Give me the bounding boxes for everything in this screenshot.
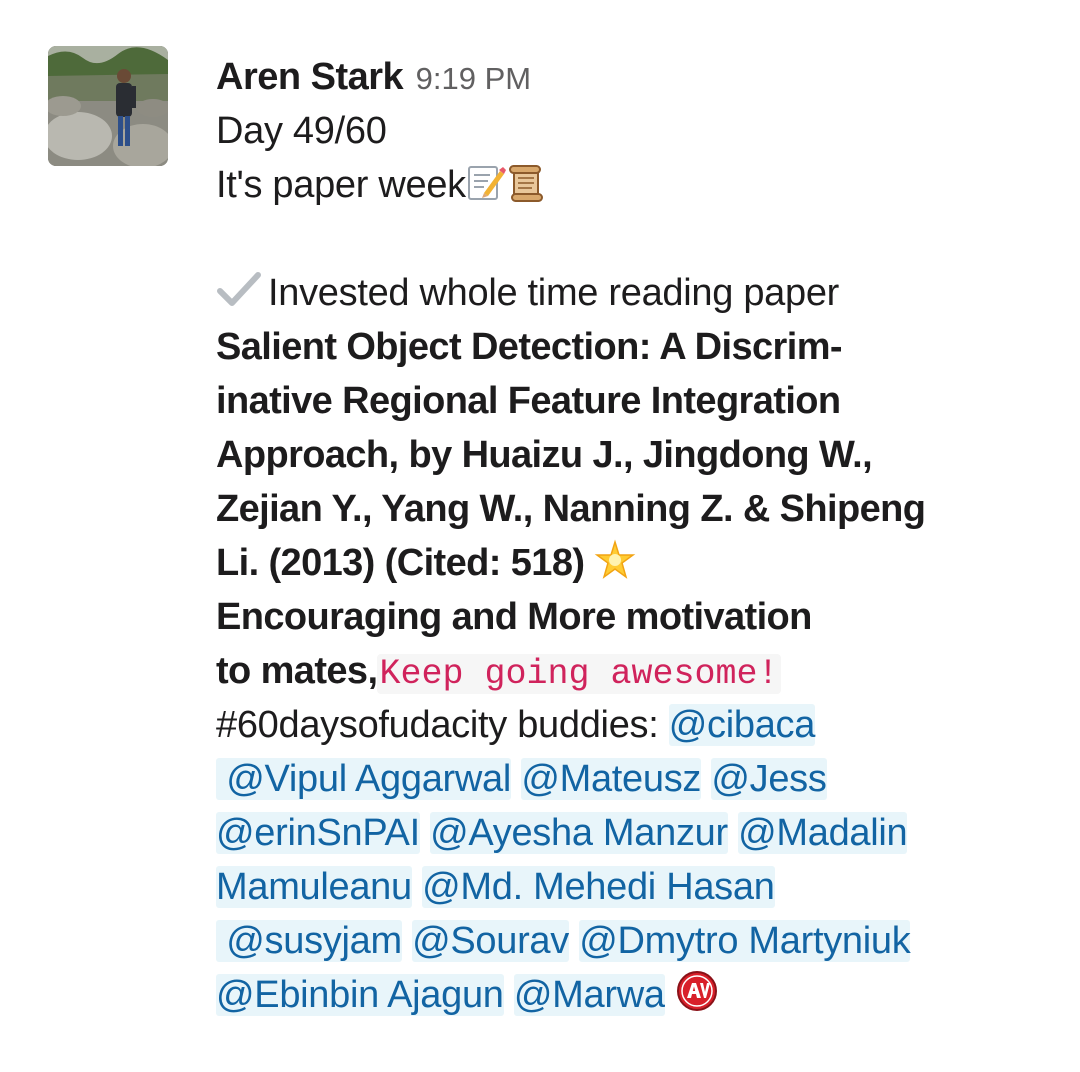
message-header: Aren Stark 9:19 PM bbox=[216, 50, 1036, 104]
hashtag-text: #60daysofudacity buddies: bbox=[216, 704, 669, 746]
paper-title-line-2: inative Regional Feature Integration bbox=[216, 380, 841, 422]
mentions-line-4: @susyjam @Sourav @Dmytro Martyniuk bbox=[216, 914, 1036, 968]
mention-ayesha-manzur[interactable]: @Ayesha Manzur bbox=[430, 812, 728, 854]
memo-icon bbox=[466, 163, 506, 218]
mention-susyjam[interactable]: @susyjam bbox=[216, 920, 402, 962]
paper-title-line-5: Li. (2013) (Cited: 518) bbox=[216, 536, 1036, 590]
inline-code: Keep going awesome! bbox=[377, 654, 781, 694]
message-content: Aren Stark 9:19 PM Day 49/60 It's paper … bbox=[216, 50, 1036, 1022]
chat-message: Aren Stark 9:19 PM Day 49/60 It's paper … bbox=[0, 0, 1080, 1072]
mention-label: @susyjam bbox=[226, 920, 402, 962]
day-line: Day 49/60 bbox=[216, 110, 387, 152]
invested-text: Invested whole time reading paper bbox=[268, 272, 840, 314]
mention-sourav[interactable]: @Sourav bbox=[412, 920, 569, 962]
mention-erinsnpai[interactable]: @erinSnPAI bbox=[216, 812, 420, 854]
author-name[interactable]: Aren Stark bbox=[216, 56, 404, 98]
mention-cibaca[interactable]: @cibaca bbox=[668, 704, 815, 746]
paper-title-line-3: Approach, by Huaizu J., Jingdong W., bbox=[216, 434, 873, 476]
paper-citation-text: Li. (2013) (Cited: 518) bbox=[216, 542, 585, 584]
mentions-line-1: @Vipul Aggarwal @Mateusz @Jess bbox=[216, 752, 1036, 806]
paper-week-text: It's paper week bbox=[216, 164, 466, 206]
scroll-icon bbox=[506, 163, 546, 218]
mention-vipul-aggarwal[interactable]: @Vipul Aggarwal bbox=[216, 758, 511, 800]
to-mates-text: to mates, bbox=[216, 650, 378, 692]
to-mates-line: to mates,Keep going awesome! bbox=[216, 644, 1036, 698]
message-timestamp[interactable]: 9:19 PM bbox=[416, 61, 531, 96]
mention-md-mehedi-hasan[interactable]: @Md. Mehedi Hasan bbox=[422, 866, 775, 908]
profile-photo-icon bbox=[48, 46, 168, 166]
mention-mateusz[interactable]: @Mateusz bbox=[521, 758, 701, 800]
mention-dmytro-martyniuk[interactable]: @Dmytro Martyniuk bbox=[579, 920, 911, 962]
mentions-line-5: @Ebinbin Ajagun @Marwa bbox=[216, 968, 1036, 1022]
av-badge-icon bbox=[675, 969, 719, 1028]
hashtag-line: #60daysofudacity buddies: @cibaca bbox=[216, 698, 1036, 752]
mention-jess[interactable]: @Jess bbox=[711, 758, 827, 800]
check-mark-icon bbox=[216, 269, 262, 324]
mentions-line-3: Mamuleanu @Md. Mehedi Hasan bbox=[216, 860, 1036, 914]
encouraging-line: Encouraging and More motivation bbox=[216, 596, 812, 638]
mention-madalin-mamuleanu-cont[interactable]: Mamuleanu bbox=[216, 866, 412, 908]
glowing-star-icon bbox=[594, 539, 636, 596]
mention-marwa[interactable]: @Marwa bbox=[513, 974, 665, 1016]
message-body: Day 49/60 It's paper week Invested whole… bbox=[216, 104, 1036, 1022]
paper-title-line-1: Salient Object Detection: A Discrim- bbox=[216, 326, 843, 368]
paper-week-line: It's paper week bbox=[216, 158, 1036, 212]
mention-madalin-mamuleanu[interactable]: @Madalin bbox=[738, 812, 908, 854]
invested-line: Invested whole time reading paper bbox=[216, 266, 1036, 320]
paper-title-line-4: Zejian Y., Yang W., Nanning Z. & Shipeng bbox=[216, 488, 926, 530]
mention-ebinbin-ajagun[interactable]: @Ebinbin Ajagun bbox=[216, 974, 504, 1016]
avatar[interactable] bbox=[48, 46, 168, 166]
mention-label: @Vipul Aggarwal bbox=[226, 758, 512, 800]
mentions-line-2: @erinSnPAI @Ayesha Manzur @Madalin bbox=[216, 806, 1036, 860]
